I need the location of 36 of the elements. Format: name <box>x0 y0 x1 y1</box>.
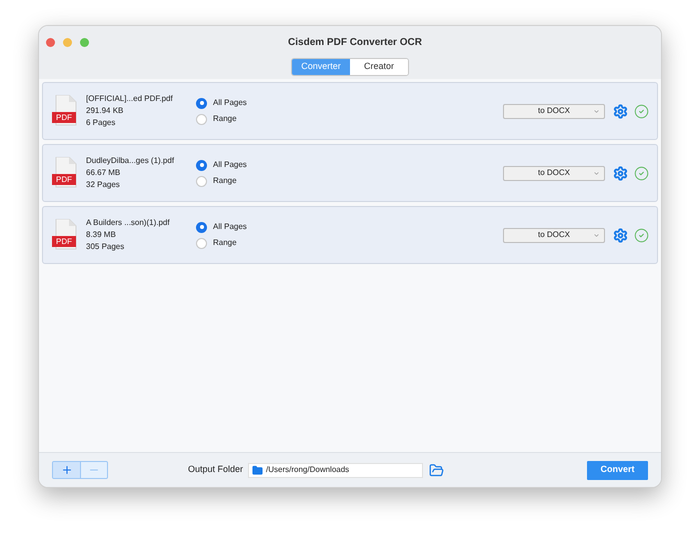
output-path-field[interactable]: /Users/rong/Downloads <box>248 462 424 478</box>
open-folder-icon[interactable] <box>429 462 444 478</box>
file-row[interactable]: PDF DudleyDilba...ges (1).pdf 66.67 MB 32 Pages All Pages Range to DOCX <box>42 144 658 202</box>
file-size: 291.94 KB <box>86 105 124 117</box>
plus-icon <box>60 464 72 476</box>
radio-option[interactable]: All Pages <box>196 97 247 109</box>
file-name: [OFFICIAL]...ed PDF.pdf <box>86 93 174 105</box>
file-name: DudleyDilba...ges (1).pdf <box>86 155 176 167</box>
format-dropdown[interactable]: to DOCX <box>503 166 605 180</box>
format-dropdown[interactable]: to DOCX <box>503 228 605 242</box>
zoom-window-button[interactable] <box>80 38 89 47</box>
page-count: 305 Pages <box>86 241 126 253</box>
folder-icon <box>252 464 264 476</box>
file-row[interactable]: PDF A Builders ...son)(1).pdf 8.39 MB 305 Pages All Pages Range to DOCX <box>42 206 658 264</box>
page-count: 6 Pages <box>86 117 116 129</box>
settings-icon[interactable] <box>613 166 628 180</box>
settings-icon[interactable] <box>613 228 628 242</box>
page-count: 32 Pages <box>86 179 121 191</box>
file-size: 8.39 MB <box>86 229 117 241</box>
caret-icon <box>593 170 600 176</box>
file-row[interactable]: PDF [OFFICIAL]...ed PDF.pdf 291.94 KB 6 Pages All Pages Range to DOCX <box>42 82 658 140</box>
close-window-button[interactable] <box>46 38 55 47</box>
caret-icon <box>593 108 600 114</box>
window-title: Cisdem PDF Converter OCR <box>287 36 422 50</box>
file-name: A Builders ...son)(1).pdf <box>86 217 171 229</box>
file-size: 66.67 MB <box>86 167 122 179</box>
radio-option[interactable]: Range <box>196 237 247 249</box>
radio-option[interactable]: All Pages <box>196 221 247 233</box>
settings-icon[interactable] <box>613 104 628 118</box>
radio-option[interactable]: All Pages <box>196 159 247 171</box>
radio-option[interactable]: Range <box>196 113 247 125</box>
output-folder-label: Output Folder <box>188 463 244 476</box>
add-button[interactable] <box>53 462 80 478</box>
radio-option[interactable]: Range <box>196 175 247 187</box>
caret-icon <box>593 232 600 238</box>
format-dropdown[interactable]: to DOCX <box>503 104 605 118</box>
